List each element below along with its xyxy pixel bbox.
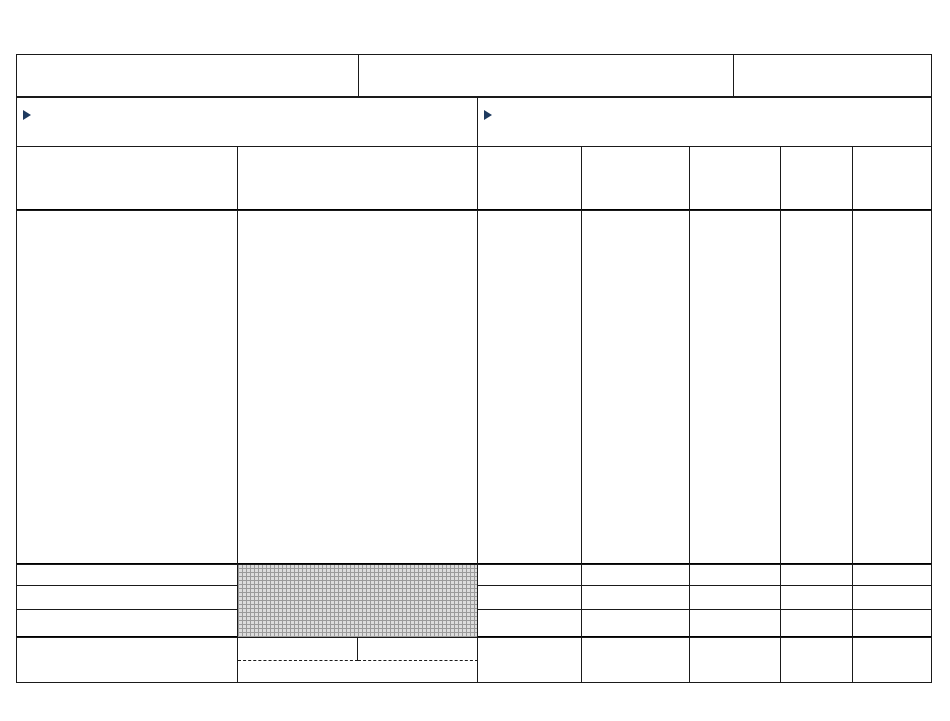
bottom-c2-left xyxy=(238,638,358,661)
fr3-c7 xyxy=(852,609,932,638)
col-head-2 xyxy=(237,146,478,211)
fr3-c3 xyxy=(477,609,582,638)
bottom-c4 xyxy=(581,637,690,683)
fr1-c6 xyxy=(780,564,853,586)
body-c4 xyxy=(581,210,690,565)
fr3-c4 xyxy=(581,609,690,638)
bottom-c5 xyxy=(689,637,781,683)
bottom-c3 xyxy=(477,637,582,683)
fr1-c5 xyxy=(689,564,781,586)
triangle-right-icon xyxy=(484,110,492,120)
header-r2-right xyxy=(477,96,932,147)
fr3-c6 xyxy=(780,609,853,638)
fr2-c4 xyxy=(581,585,690,610)
body-c6 xyxy=(780,210,853,565)
header-r1-c3 xyxy=(733,54,932,97)
fr2-c5 xyxy=(689,585,781,610)
col-head-5 xyxy=(689,146,781,211)
col-head-6 xyxy=(780,146,853,211)
fr1-c3 xyxy=(477,564,582,586)
body-c1 xyxy=(16,210,238,565)
body-c2 xyxy=(237,210,478,565)
header-r2-left xyxy=(16,96,478,147)
header-r1-c2 xyxy=(358,54,734,97)
fr2-c3 xyxy=(477,585,582,610)
col-head-7 xyxy=(852,146,932,211)
fr3-c1 xyxy=(16,609,238,638)
fr1-c4 xyxy=(581,564,690,586)
hatched-block xyxy=(237,564,478,638)
bottom-c1 xyxy=(16,637,238,683)
bottom-c6 xyxy=(780,637,853,683)
header-r1-c1 xyxy=(16,54,359,97)
col-head-3 xyxy=(477,146,582,211)
fr2-c6 xyxy=(780,585,853,610)
fr2-c7 xyxy=(852,585,932,610)
bottom-c2-container xyxy=(237,637,478,683)
fr1-c7 xyxy=(852,564,932,586)
fr1-c1 xyxy=(16,564,238,586)
fr2-c1 xyxy=(16,585,238,610)
fr3-c5 xyxy=(689,609,781,638)
col-head-4 xyxy=(581,146,690,211)
bottom-c2-right xyxy=(358,638,478,661)
body-c5 xyxy=(689,210,781,565)
form-page xyxy=(0,0,950,721)
triangle-right-icon xyxy=(23,110,31,120)
body-c7 xyxy=(852,210,932,565)
col-head-1 xyxy=(16,146,238,211)
body-c3 xyxy=(477,210,582,565)
bottom-c7 xyxy=(852,637,932,683)
